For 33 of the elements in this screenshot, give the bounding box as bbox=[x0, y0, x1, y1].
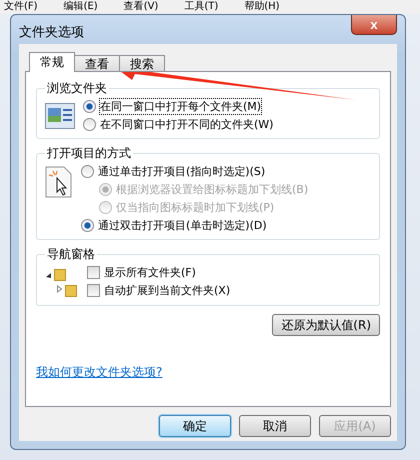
window-title: 文件夹选项 bbox=[19, 24, 84, 41]
cursor-document-icon bbox=[45, 166, 73, 198]
radio-button[interactable] bbox=[81, 219, 94, 232]
group-title: 浏览文件夹 bbox=[46, 80, 108, 97]
tab[interactable]: 搜索 bbox=[119, 55, 165, 72]
option-label: 自动扩展到当前文件夹(X) bbox=[104, 283, 230, 298]
menu-item[interactable]: 帮助(H) bbox=[244, 0, 280, 14]
tab[interactable]: 查看 bbox=[74, 55, 120, 72]
dialog-button[interactable]: 确定 bbox=[159, 415, 231, 437]
radio-button[interactable] bbox=[81, 165, 94, 178]
menu-item[interactable]: 文件(F) bbox=[4, 0, 38, 14]
checkbox[interactable] bbox=[87, 266, 100, 279]
folder-tree-icon bbox=[45, 267, 79, 299]
restore-defaults-button[interactable]: 还原为默认值(R) bbox=[272, 314, 380, 336]
option-label: 显示所有文件夹(F) bbox=[104, 265, 196, 280]
menu-item[interactable]: 查看(V) bbox=[124, 0, 158, 14]
radio-button[interactable] bbox=[83, 118, 96, 131]
option-label: 根据浏览器设置给图标标题加下划线(B) bbox=[116, 182, 308, 197]
option-label: 通过单击打开项目(指向时选定)(S) bbox=[98, 164, 266, 179]
option-label: 仅当指向图标标题时加下划线(P) bbox=[116, 200, 274, 215]
option-label: 在不同窗口中打开不同的文件夹(W) bbox=[100, 117, 274, 132]
group-title: 打开项目的方式 bbox=[46, 145, 132, 162]
option-label: 通过双击打开项目(单击时选定)(D) bbox=[98, 218, 267, 233]
help-link[interactable]: 我如何更改文件夹选项? bbox=[36, 364, 162, 381]
dialog-button[interactable]: 取消 bbox=[239, 415, 311, 437]
window-icon bbox=[45, 103, 75, 129]
checkbox[interactable] bbox=[87, 284, 100, 297]
menu-item[interactable]: 编辑(E) bbox=[64, 0, 98, 14]
tab[interactable]: 常规 bbox=[29, 52, 75, 72]
group-title: 导航窗格 bbox=[46, 246, 96, 263]
option-label: 在同一窗口中打开每个文件夹(M) bbox=[100, 99, 262, 114]
menu-item[interactable]: 工具(T) bbox=[184, 0, 218, 14]
radio-button[interactable] bbox=[83, 100, 96, 113]
